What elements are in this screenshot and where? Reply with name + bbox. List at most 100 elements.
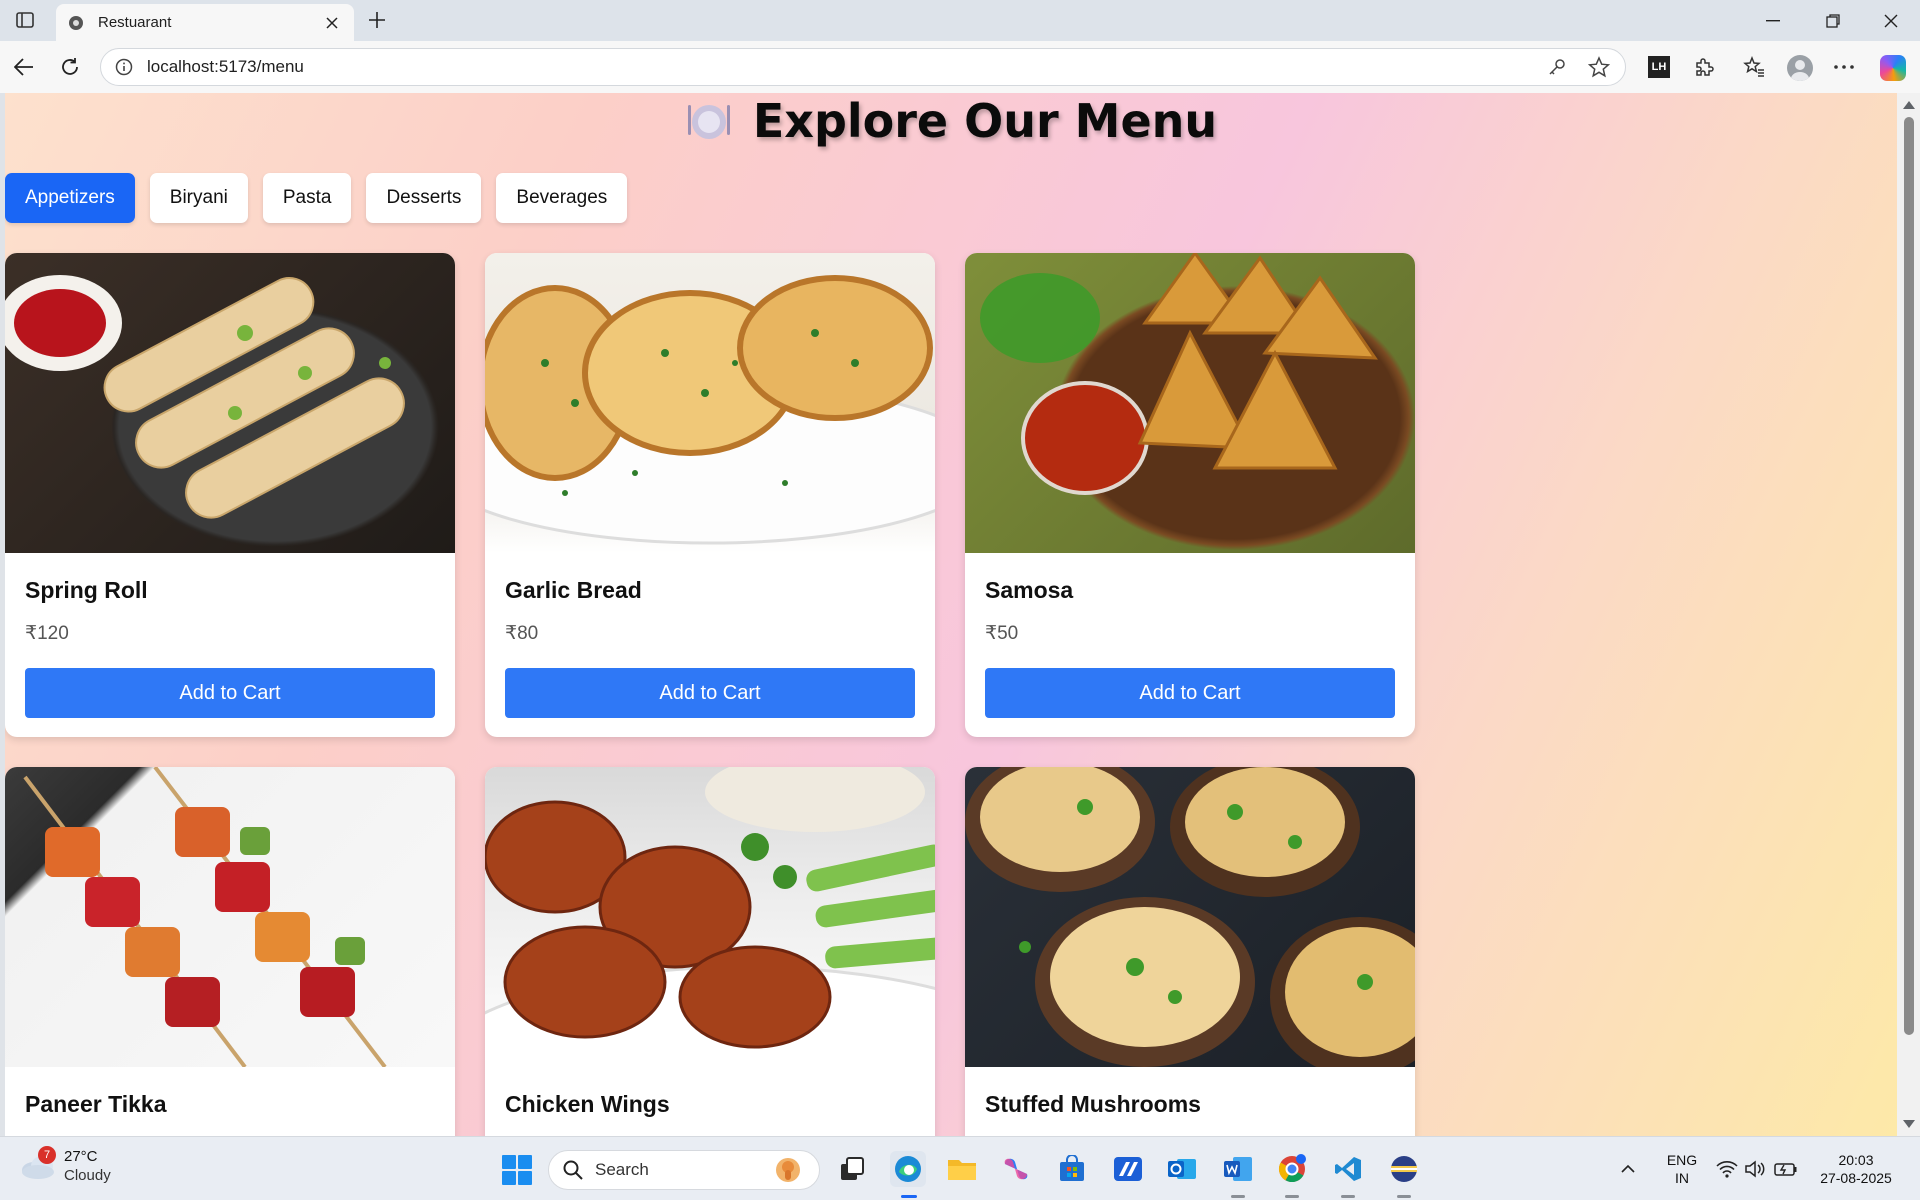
menu-card: Garlic Bread ₹80 Add to Cart xyxy=(485,253,935,737)
running-app-indicator xyxy=(1285,1195,1299,1198)
language-code: ENG xyxy=(1666,1152,1698,1168)
clock-date: 27-08-2025 xyxy=(1820,1170,1892,1186)
close-window-button[interactable] xyxy=(1862,0,1920,41)
close-icon xyxy=(326,16,338,29)
stuffed-mushrooms-photo xyxy=(965,767,1415,1067)
minimize-button[interactable] xyxy=(1744,0,1802,41)
extensions-button[interactable] xyxy=(1688,51,1720,83)
weather-widget[interactable]: 7 27°C Cloudy xyxy=(20,1146,111,1185)
edge-browser-icon[interactable] xyxy=(890,1151,926,1187)
category-appetizers-button[interactable]: Appetizers xyxy=(5,173,135,223)
browser-toolbar: localhost:5173/menu LH xyxy=(0,41,1920,93)
plate-cutlery-icon xyxy=(685,97,733,145)
language-indicator[interactable]: ENG IN xyxy=(1662,1151,1702,1187)
running-app-indicator xyxy=(1341,1195,1355,1198)
page-scrollbar[interactable] xyxy=(1897,93,1920,1136)
reload-icon xyxy=(62,58,78,75)
profile-avatar[interactable] xyxy=(1787,55,1813,81)
search-icon xyxy=(563,1160,583,1180)
add-to-cart-button[interactable]: Add to Cart xyxy=(505,668,915,718)
add-to-cart-button[interactable]: Add to Cart xyxy=(985,668,1395,718)
windows-start-button[interactable] xyxy=(502,1155,532,1185)
minimize-icon xyxy=(1766,19,1780,21)
garlic-bread-photo xyxy=(485,253,935,553)
more-menu-button[interactable] xyxy=(1828,51,1860,83)
volume-icon xyxy=(1745,1160,1765,1178)
category-tabs: Appetizers Biryani Pasta Desserts Bevera… xyxy=(5,173,628,223)
cloud-icon: 7 xyxy=(20,1146,56,1180)
spring-roll-photo xyxy=(5,253,455,553)
system-tray-icons[interactable] xyxy=(1712,1151,1802,1187)
temperature-text: 27°C xyxy=(64,1148,98,1165)
page-title: Explore Our Menu xyxy=(5,93,1897,149)
item-name: Chicken Wings xyxy=(505,1091,670,1117)
sidebar-toggle-icon xyxy=(16,12,34,28)
menu-card: Chicken Wings xyxy=(485,767,935,1136)
reload-button[interactable] xyxy=(54,51,86,83)
favorites-button[interactable] xyxy=(1738,51,1770,83)
site-info-icon[interactable] xyxy=(115,58,133,76)
item-price: ₹80 xyxy=(505,623,539,644)
browser-tab-bar: Restuarant xyxy=(0,0,1920,41)
close-tab-button[interactable] xyxy=(322,13,342,33)
url-text[interactable]: localhost:5173/menu xyxy=(147,57,1527,77)
new-tab-button[interactable] xyxy=(362,6,392,34)
menu-card: Spring Roll ₹120 Add to Cart xyxy=(5,253,455,737)
vscode-icon[interactable] xyxy=(1330,1151,1366,1187)
close-icon xyxy=(1884,14,1898,27)
tab-actions-button[interactable] xyxy=(10,6,40,34)
samosa-photo xyxy=(965,253,1415,553)
copilot-app-icon[interactable] xyxy=(998,1151,1034,1187)
menu-grid: Spring Roll ₹120 Add to Cart Garlic Brea… xyxy=(5,253,1415,1136)
clock[interactable]: 20:03 27-08-2025 xyxy=(1808,1151,1904,1187)
word-icon[interactable] xyxy=(1220,1151,1256,1187)
back-button[interactable] xyxy=(8,51,40,83)
category-pasta-button[interactable]: Pasta xyxy=(262,173,352,223)
taskbar-search-box[interactable]: Search xyxy=(548,1150,820,1190)
running-app-indicator xyxy=(1397,1195,1411,1198)
scroll-up-arrow-icon[interactable] xyxy=(1903,101,1915,109)
paneer-tikka-photo xyxy=(5,767,455,1067)
search-label: Search xyxy=(595,1160,649,1179)
puzzle-icon xyxy=(1696,58,1714,76)
menu-card: Samosa ₹50 Add to Cart xyxy=(965,253,1415,737)
file-explorer-icon[interactable] xyxy=(944,1151,980,1187)
category-desserts-button[interactable]: Desserts xyxy=(366,173,482,223)
lighthouse-extension-icon[interactable]: LH xyxy=(1648,56,1670,78)
restore-icon xyxy=(1826,13,1840,28)
show-hidden-icons-button[interactable] xyxy=(1614,1151,1642,1187)
restore-button[interactable] xyxy=(1804,0,1862,41)
category-biryani-button[interactable]: Biryani xyxy=(149,173,248,223)
browser-tab[interactable]: Restuarant xyxy=(56,4,354,41)
site-favicon-icon xyxy=(69,15,83,30)
address-bar[interactable]: localhost:5173/menu xyxy=(100,48,1626,86)
outlook-icon[interactable] xyxy=(1164,1151,1200,1187)
task-view-icon[interactable] xyxy=(834,1151,870,1187)
tab-title: Restuarant xyxy=(98,14,172,31)
key-icon xyxy=(1549,59,1565,75)
category-beverages-button[interactable]: Beverages xyxy=(496,173,628,223)
region-code: IN xyxy=(1675,1170,1689,1186)
more-dots-icon xyxy=(1834,65,1854,69)
item-name: Samosa xyxy=(985,577,1074,603)
chevron-up-icon xyxy=(1621,1164,1635,1173)
windows-taskbar: 7 27°C Cloudy Search ENG IN 20:03 27-08-… xyxy=(0,1136,1920,1200)
wifi-icon xyxy=(1716,1161,1738,1178)
favorite-star-button[interactable] xyxy=(1587,55,1611,79)
ganesha-doodle-icon xyxy=(776,1158,800,1182)
python-app-icon[interactable] xyxy=(1386,1151,1422,1187)
active-app-indicator xyxy=(901,1195,917,1198)
password-key-button[interactable] xyxy=(1545,55,1569,79)
power-automate-icon[interactable] xyxy=(1110,1151,1146,1187)
microsoft-store-icon[interactable] xyxy=(1054,1151,1090,1187)
add-to-cart-button[interactable]: Add to Cart xyxy=(25,668,435,718)
weather-condition-text: Cloudy xyxy=(64,1167,111,1184)
menu-card: Stuffed Mushrooms xyxy=(965,767,1415,1136)
copilot-icon[interactable] xyxy=(1880,55,1906,81)
item-price: ₹120 xyxy=(25,623,69,644)
favorites-list-icon xyxy=(1743,56,1764,77)
scroll-down-arrow-icon[interactable] xyxy=(1903,1120,1915,1128)
chrome-icon[interactable] xyxy=(1274,1151,1310,1187)
page-viewport: Explore Our Menu Appetizers Biryani Past… xyxy=(5,93,1897,1136)
scroll-thumb[interactable] xyxy=(1904,117,1914,1035)
